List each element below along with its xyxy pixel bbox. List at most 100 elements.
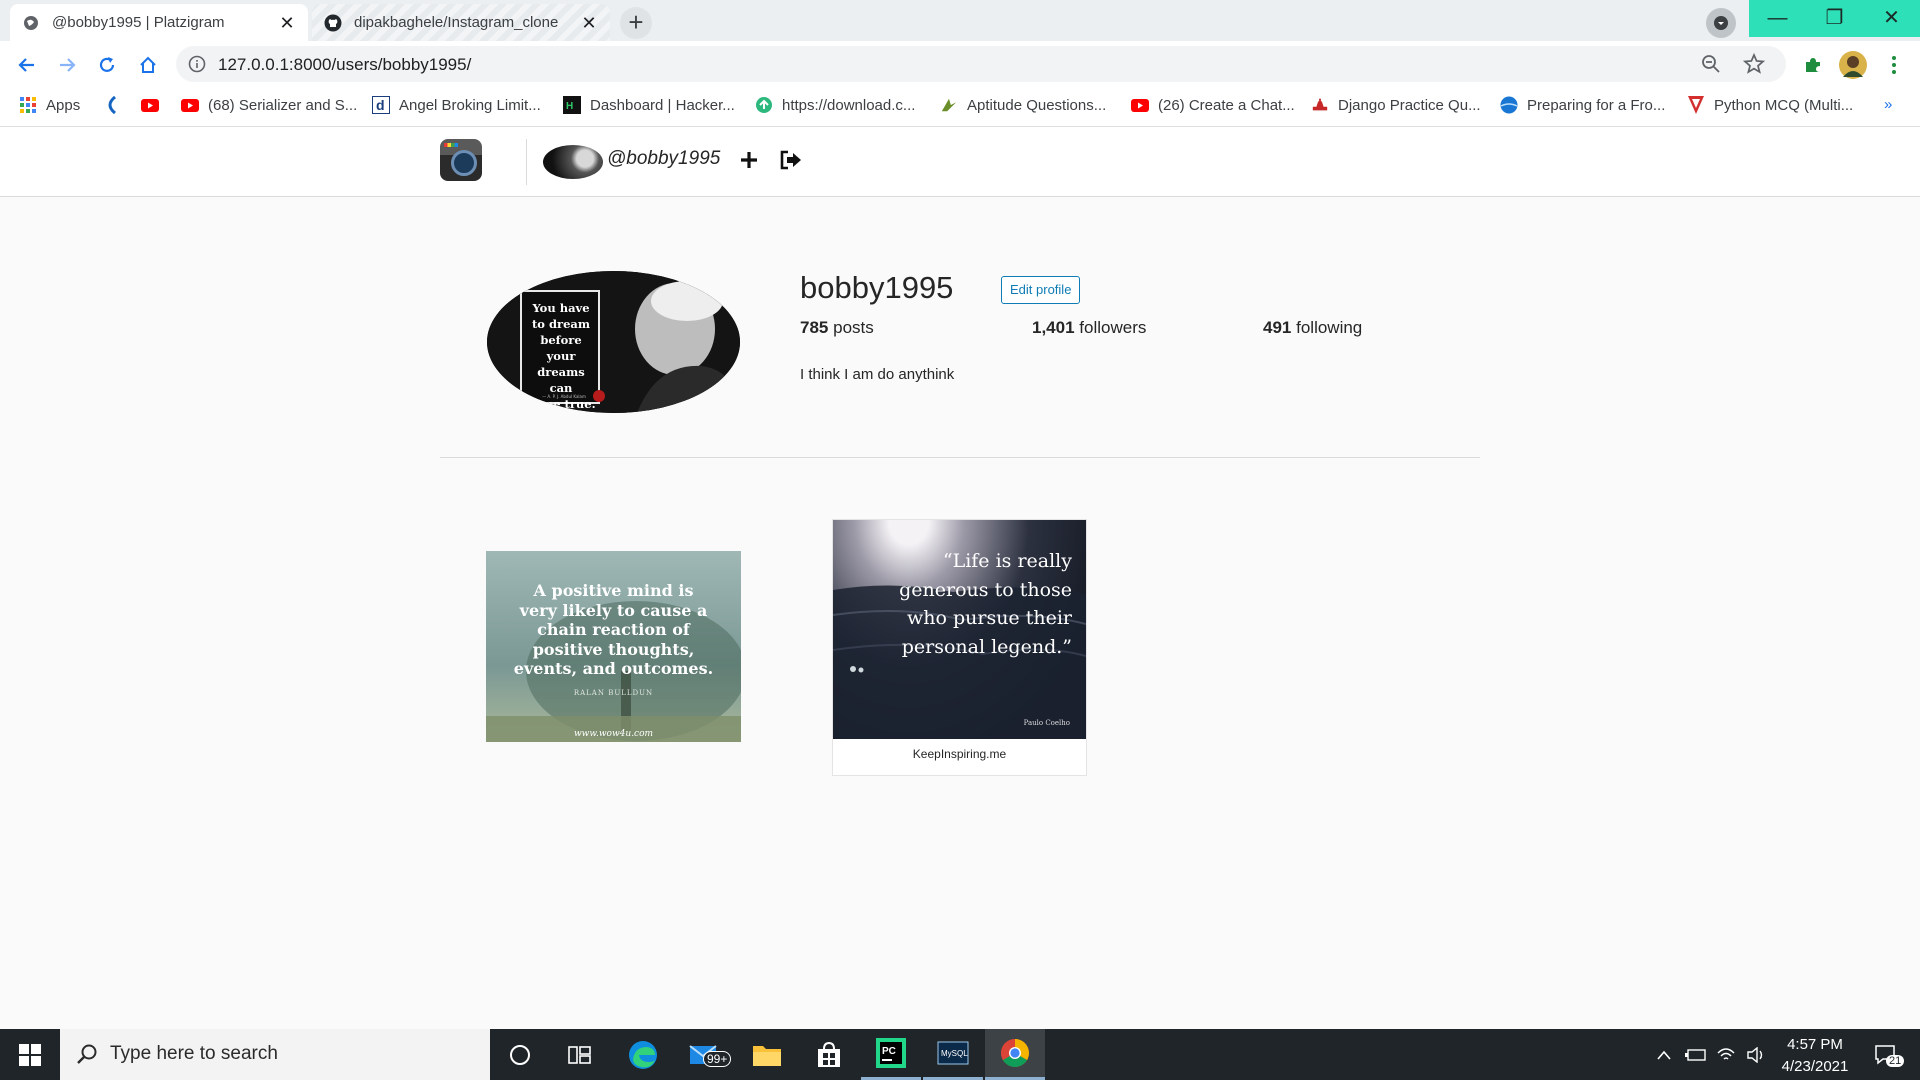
bookmark-label: https://download.c... — [782, 96, 916, 114]
profile-avatar[interactable] — [1839, 51, 1867, 79]
windows-taskbar: Type here to search 99+ PC MySQL 4:57 PM — [0, 1029, 1920, 1080]
tab-title: @bobby1995 | Platzigram — [52, 14, 225, 31]
taskbar-clock[interactable]: 4:57 PM 4/23/2021 — [1770, 1034, 1860, 1078]
site-navbar: @bobby1995 — [0, 127, 1920, 197]
bookmark-preparing[interactable]: Preparing for a Fro... — [1500, 96, 1665, 114]
post-card[interactable]: “Life is really generous to those who pu… — [832, 519, 1087, 776]
bookmark-python-mcq[interactable]: Python MCQ (Multi... — [1687, 96, 1853, 114]
bookmarks-overflow-button[interactable]: » — [1884, 96, 1892, 113]
site-info-icon[interactable] — [188, 55, 206, 73]
bookmark-download[interactable]: https://download.c... — [755, 96, 915, 114]
close-window-button[interactable]: ✕ — [1863, 0, 1920, 37]
browser-toolbar: 127.0.0.1:8000/users/bobby1995/ — [0, 41, 1920, 88]
django-icon — [1311, 96, 1329, 114]
extensions-icon[interactable] — [1799, 51, 1827, 79]
bookmark-star-icon[interactable] — [1742, 52, 1766, 80]
edge-icon[interactable] — [613, 1029, 673, 1080]
post-watermark: www.wow4u.com — [573, 729, 654, 739]
pycharm-icon[interactable]: PC — [861, 1029, 921, 1080]
clock-date: 4/23/2021 — [1781, 1058, 1849, 1075]
plus-icon[interactable] — [738, 149, 762, 173]
profile-username: bobby1995 — [800, 270, 954, 305]
new-tab-button[interactable]: + — [620, 7, 652, 39]
bookmark-kotak[interactable] — [102, 96, 129, 114]
nav-avatar[interactable] — [543, 145, 603, 179]
post-tile[interactable]: A positive mind is very likely to cause … — [486, 551, 741, 742]
bookmark-label: (68) Serializer and S... — [208, 96, 358, 114]
chrome-menu-icon[interactable] — [1880, 51, 1908, 79]
hackerrank-icon: H — [563, 96, 581, 114]
bookmark-hackerrank[interactable]: H Dashboard | Hacker... — [563, 96, 735, 114]
search-icon — [76, 1043, 98, 1065]
tab-github[interactable]: dipakbaghele/Instagram_clone ✕ — [312, 4, 610, 41]
url-text: 127.0.0.1:8000/users/bobby1995/ — [218, 55, 472, 74]
bookmark-django[interactable]: Django Practice Qu... — [1311, 96, 1481, 114]
file-explorer-icon[interactable] — [737, 1029, 797, 1080]
post-image: “Life is really generous to those who pu… — [833, 520, 1086, 739]
windows-start-icon[interactable] — [0, 1029, 60, 1080]
zoom-icon[interactable] — [1701, 54, 1721, 79]
youtube-icon — [181, 96, 199, 114]
indiabix-icon — [940, 96, 958, 114]
posts-stat: 785 posts — [800, 318, 874, 338]
edit-profile-button[interactable]: Edit profile — [1001, 276, 1081, 304]
bookmark-label: Angel Broking Limit... — [399, 96, 541, 114]
store-icon[interactable] — [799, 1029, 859, 1080]
forward-icon[interactable] — [53, 51, 81, 79]
volume-icon[interactable] — [1743, 1029, 1769, 1080]
taskbar-search-box[interactable]: Type here to search — [60, 1029, 490, 1080]
bookmark-apps[interactable]: Apps — [19, 96, 80, 114]
restore-button[interactable]: ❐ — [1806, 0, 1863, 37]
svg-text:PC: PC — [882, 1046, 896, 1057]
avatar-quote-author: — A. P. J. Abdul Kalam — [542, 394, 586, 399]
notification-count: 21 — [1886, 1055, 1905, 1067]
home-icon[interactable] — [134, 51, 162, 79]
youtube-icon — [141, 96, 159, 114]
tab-search-button[interactable] — [1706, 8, 1736, 38]
svg-text:MySQL: MySQL — [941, 1049, 968, 1058]
followers-label: followers — [1079, 318, 1147, 337]
tab-close-icon[interactable]: ✕ — [278, 14, 296, 32]
profile-divider — [440, 457, 1480, 458]
post-author: RALAN BULLDUN — [573, 689, 654, 697]
profile-bio: I think I am do anythink — [800, 366, 955, 383]
sign-out-icon[interactable] — [779, 149, 803, 173]
bookmark-aptitude[interactable]: Aptitude Questions... — [940, 96, 1106, 114]
wifi-icon[interactable] — [1713, 1029, 1739, 1080]
clock-time: 4:57 PM — [1787, 1036, 1843, 1053]
bookmark-label: Dashboard | Hacker... — [590, 96, 735, 114]
chrome-icon[interactable] — [985, 1029, 1045, 1080]
posts-count: 785 — [800, 318, 829, 337]
following-stat[interactable]: 491 following — [1263, 318, 1362, 338]
angel-d-icon: d — [372, 96, 390, 114]
globe-icon — [22, 14, 40, 32]
nav-divider — [526, 139, 527, 185]
nav-username[interactable]: @bobby1995 — [607, 148, 720, 170]
bookmark-angel-broking[interactable]: d Angel Broking Limit... — [372, 96, 541, 114]
back-icon[interactable] — [13, 51, 41, 79]
cortana-icon[interactable] — [490, 1029, 550, 1080]
mail-icon[interactable]: 99+ — [675, 1029, 735, 1080]
tab-close-icon[interactable]: ✕ — [580, 14, 598, 32]
task-view-icon[interactable] — [550, 1029, 610, 1080]
tab-platzigram[interactable]: @bobby1995 | Platzigram ✕ — [10, 4, 308, 41]
svg-text:H: H — [566, 101, 573, 112]
show-hidden-icons-icon[interactable] — [1652, 1029, 1676, 1080]
bookmark-serializer[interactable]: (68) Serializer and S... — [181, 96, 357, 114]
bookmark-label: Django Practice Qu... — [1338, 96, 1481, 114]
notification-center-icon[interactable]: 21 — [1866, 1029, 1906, 1080]
mysql-workbench-icon[interactable]: MySQL — [923, 1029, 983, 1080]
following-count: 491 — [1263, 318, 1292, 337]
bookmark-create-chat[interactable]: (26) Create a Chat... — [1131, 96, 1295, 114]
bookmark-label: Preparing for a Fro... — [1527, 96, 1666, 114]
instagram-logo-icon[interactable] — [440, 139, 482, 181]
youtube-icon — [1131, 96, 1149, 114]
reload-icon[interactable] — [93, 51, 121, 79]
battery-icon[interactable] — [1682, 1029, 1708, 1080]
followers-stat[interactable]: 1,401 followers — [1032, 318, 1146, 338]
bookmark-label: Python MCQ (Multi... — [1714, 96, 1854, 114]
address-bar[interactable]: 127.0.0.1:8000/users/bobby1995/ — [176, 46, 1786, 82]
profile-picture: You have to dream before your dreams can… — [487, 271, 740, 413]
minimize-button[interactable]: — — [1749, 0, 1806, 37]
bookmark-youtube[interactable] — [141, 96, 168, 114]
